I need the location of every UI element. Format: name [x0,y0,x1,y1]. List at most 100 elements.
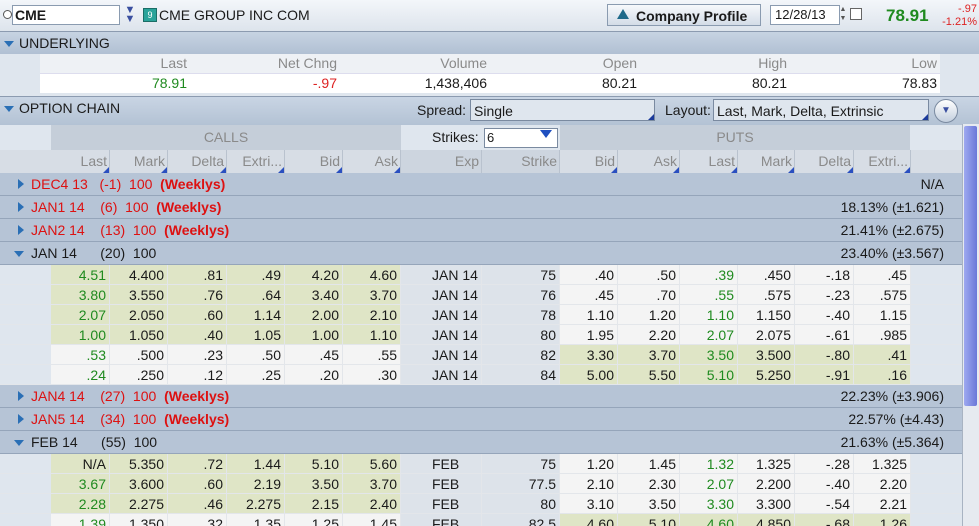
put-mark-cell[interactable]: 1.325 [738,454,795,474]
column-header-strike[interactable]: Strike [482,150,560,173]
expiration-group-row[interactable]: JAN 14 (20) 100 23.40% (±3.567) [0,242,962,265]
strike-cell[interactable]: 82.5 [482,514,560,526]
exp-cell[interactable]: FEB 14 [401,494,482,526]
put-ask-cell[interactable]: 3.70 [618,345,680,365]
exp-cell[interactable]: JAN 14 [401,285,482,305]
collapse-icon[interactable] [4,41,14,48]
call-ask-cell[interactable]: 5.60 [343,454,401,474]
put-delta-cell[interactable]: -.68 [795,514,854,526]
call-bid-cell[interactable]: 3.50 [285,474,343,494]
column-header-call-delta[interactable]: Delta [168,150,227,173]
collapse-icon[interactable] [14,440,24,446]
company-profile-button[interactable]: Company Profile [607,4,761,26]
put-extrinsic-cell[interactable]: .985 [854,325,911,345]
link-dot-icon[interactable] [3,10,12,19]
symbol-badge[interactable]: 9 [143,8,157,22]
call-extrinsic-cell[interactable]: 1.44 [227,454,285,474]
strike-cell[interactable]: 75 [482,454,560,474]
scrollbar-thumb[interactable] [964,126,977,406]
put-bid-cell[interactable]: 1.10 [560,305,618,325]
call-extrinsic-cell[interactable]: 2.19 [227,474,285,494]
call-delta-cell[interactable]: .12 [168,365,227,385]
call-ask-cell[interactable]: 1.10 [343,325,401,345]
put-extrinsic-cell[interactable]: 1.15 [854,305,911,325]
call-delta-cell[interactable]: .40 [168,325,227,345]
spread-select[interactable]: Single [470,99,655,121]
put-bid-cell[interactable]: .45 [560,285,618,305]
expiration-group-row[interactable]: JAN4 14 (27) 100 (Weeklys) 22.23% (±3.906… [0,385,962,408]
column-header-call-extrinsic[interactable]: Extri... [227,150,285,173]
expand-icon[interactable] [18,391,24,401]
expand-icon[interactable] [18,202,24,212]
put-delta-cell[interactable]: -.18 [795,265,854,285]
put-mark-cell[interactable]: 3.500 [738,345,795,365]
expiration-group-row[interactable]: JAN1 14 (6) 100 (Weeklys) 18.13% (±1.621) [0,196,962,219]
put-last-cell[interactable]: 2.07 [680,474,738,494]
option-row[interactable]: N/A5.350.721.445.105.60FEB 14751.201.451… [0,454,962,492]
strike-cell[interactable]: 75 [482,265,560,285]
collapse-icon[interactable] [4,106,14,113]
symbol-dropdown-icon[interactable]: ▼ ▼ [122,5,138,25]
expiration-group-row[interactable]: JAN2 14 (13) 100 (Weeklys) 21.41% (±2.675… [0,219,962,242]
option-chain-toggle[interactable]: OPTION CHAIN [0,100,120,116]
put-ask-cell[interactable]: 1.20 [618,305,680,325]
call-extrinsic-cell[interactable]: 1.14 [227,305,285,325]
strikes-dropdown-icon[interactable] [540,130,552,138]
put-ask-cell[interactable]: 3.50 [618,494,680,514]
column-header-call-last[interactable]: Last [51,150,110,173]
column-header-call-ask[interactable]: Ask [343,150,401,173]
exp-cell[interactable]: JAN 14 [401,365,482,385]
call-mark-cell[interactable]: 1.050 [110,325,168,345]
exp-cell[interactable]: JAN 14 [401,325,482,345]
put-delta-cell[interactable]: -.23 [795,285,854,305]
put-ask-cell[interactable]: 1.45 [618,454,680,474]
call-bid-cell[interactable]: .20 [285,365,343,385]
exp-cell[interactable]: JAN 14 [401,265,482,285]
underlying-section-header[interactable]: UNDERLYING [0,31,979,55]
put-last-cell[interactable]: 3.50 [680,345,738,365]
column-header-put-mark[interactable]: Mark [738,150,795,173]
call-mark-cell[interactable]: .250 [110,365,168,385]
strike-cell[interactable]: 80 [482,325,560,345]
put-delta-cell[interactable]: -.91 [795,365,854,385]
put-ask-cell[interactable]: .70 [618,285,680,305]
call-ask-cell[interactable]: 2.10 [343,305,401,325]
put-delta-cell[interactable]: -.40 [795,305,854,325]
symbol-input[interactable]: CME [12,5,120,25]
call-mark-cell[interactable]: 3.600 [110,474,168,494]
call-mark-cell[interactable]: 2.275 [110,494,168,514]
date-field[interactable]: 12/28/13 [770,5,840,25]
expand-chevron-icon[interactable]: ▼ [934,99,958,123]
call-last-cell[interactable]: 3.67 [51,474,110,494]
column-header-put-extrinsic[interactable]: Extri... [854,150,911,173]
expand-icon[interactable] [18,414,24,424]
put-mark-cell[interactable]: 3.300 [738,494,795,514]
call-bid-cell[interactable]: 1.25 [285,514,343,526]
call-mark-cell[interactable]: 5.350 [110,454,168,474]
put-extrinsic-cell[interactable]: .41 [854,345,911,365]
column-header-call-mark[interactable]: Mark [110,150,168,173]
expiration-group-row[interactable]: JAN5 14 (34) 100 (Weeklys) 22.57% (±4.43) [0,408,962,431]
put-bid-cell[interactable]: .40 [560,265,618,285]
call-ask-cell[interactable]: .30 [343,365,401,385]
call-mark-cell[interactable]: .500 [110,345,168,365]
put-extrinsic-cell[interactable]: 2.20 [854,474,911,494]
collapse-icon[interactable] [14,251,24,257]
option-row[interactable]: .24.250.12.25.20.30 JAN 14 84 5.00 5.50 5.10 5… [0,365,962,385]
call-mark-cell[interactable]: 2.050 [110,305,168,325]
column-header-call-bid[interactable]: Bid [285,150,343,173]
put-extrinsic-cell[interactable]: .45 [854,265,911,285]
call-ask-cell[interactable]: 1.45 [343,514,401,526]
put-mark-cell[interactable]: 5.250 [738,365,795,385]
call-last-cell[interactable]: 1.00 [51,325,110,345]
call-mark-cell[interactable]: 1.350 [110,514,168,526]
put-extrinsic-cell[interactable]: 1.26 [854,514,911,526]
strike-cell[interactable]: 80 [482,494,560,514]
call-ask-cell[interactable]: 3.70 [343,474,401,494]
date-spinner-icon[interactable]: ▲ ▼ [838,5,848,25]
column-header-put-delta[interactable]: Delta [795,150,854,173]
strike-cell[interactable]: 76 [482,285,560,305]
call-bid-cell[interactable]: 2.00 [285,305,343,325]
strike-cell[interactable]: 82 [482,345,560,365]
put-mark-cell[interactable]: 1.150 [738,305,795,325]
